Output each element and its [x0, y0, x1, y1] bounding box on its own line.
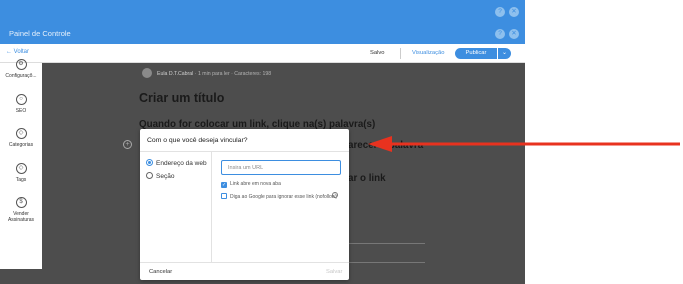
annotation-arrow-icon [368, 136, 680, 152]
